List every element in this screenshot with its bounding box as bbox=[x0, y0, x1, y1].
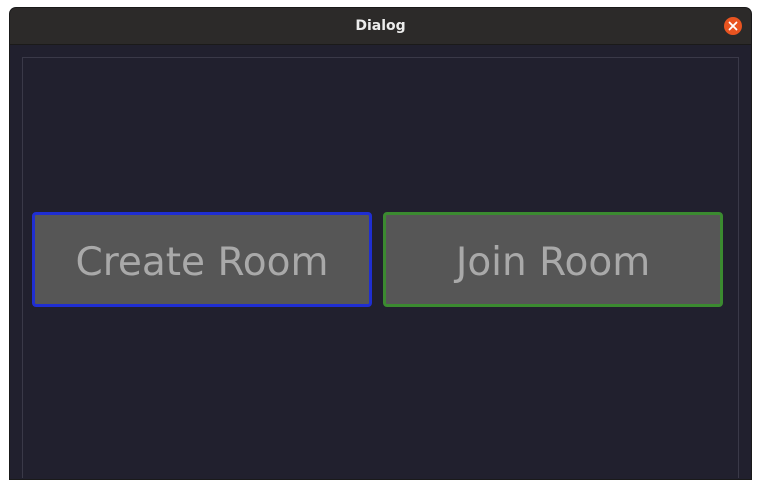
join-room-button[interactable]: Join Room bbox=[383, 212, 723, 307]
dialog-window: Dialog Create Room Join Room bbox=[10, 8, 751, 479]
close-button[interactable] bbox=[724, 17, 742, 35]
content-frame: Create Room Join Room bbox=[22, 57, 739, 478]
window-title: Dialog bbox=[355, 18, 406, 34]
title-bar[interactable]: Dialog bbox=[10, 8, 751, 45]
create-room-button[interactable]: Create Room bbox=[32, 212, 372, 307]
close-icon bbox=[728, 21, 738, 31]
